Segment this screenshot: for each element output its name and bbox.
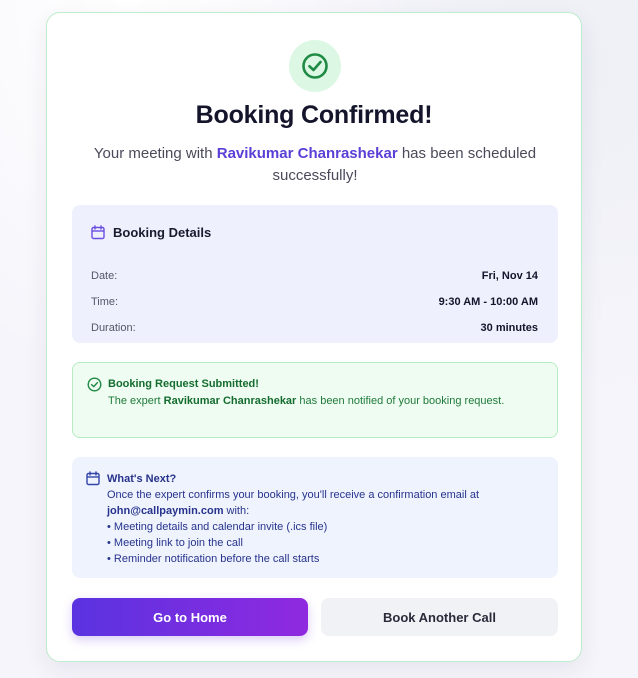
whats-next-intro: Once the expert confirms your booking, y… bbox=[107, 487, 547, 519]
confirmation-card: Booking Confirmed! Your meeting with Rav… bbox=[46, 12, 582, 662]
page-title: Booking Confirmed! bbox=[195, 101, 433, 129]
check-circle-icon bbox=[87, 377, 102, 392]
booking-details-panel: Booking Details Date: Fri, Nov 14 Time: … bbox=[72, 205, 558, 343]
booking-details-heading: Booking Details bbox=[113, 225, 212, 240]
whats-next-title: What's Next? bbox=[107, 473, 177, 485]
check-circle-icon bbox=[302, 53, 328, 79]
booking-details-header: Booking Details bbox=[91, 225, 211, 240]
calendar-icon bbox=[86, 471, 100, 486]
detail-row-date: Date: Fri, Nov 14 bbox=[91, 270, 538, 282]
notice-text: The expert Ravikumar Chanrashekar has be… bbox=[108, 393, 538, 409]
book-another-call-button[interactable]: Book Another Call bbox=[321, 598, 558, 636]
calendar-icon bbox=[91, 225, 105, 240]
list-item: • Meeting link to join the call bbox=[107, 537, 243, 549]
detail-label: Time: bbox=[91, 296, 119, 308]
subtitle-prefix: Your meeting with bbox=[93, 145, 213, 162]
detail-row-time: Time: 9:30 AM - 10:00 AM bbox=[91, 296, 538, 308]
user-email: john@callpaymin.com bbox=[107, 505, 224, 517]
expert-name: Ravikumar Chanrashekar bbox=[163, 395, 297, 407]
detail-value: 9:30 AM - 10:00 AM bbox=[438, 296, 538, 308]
whats-next-panel: What's Next? Once the expert confirms yo… bbox=[72, 457, 558, 578]
request-submitted-notice: Booking Request Submitted! The expert Ra… bbox=[72, 362, 558, 438]
success-badge bbox=[289, 40, 341, 92]
go-to-home-button[interactable]: Go to Home bbox=[72, 598, 308, 636]
confirmation-message: Your meeting with Ravikumar Chanrashekar… bbox=[67, 143, 563, 187]
detail-value: 30 minutes bbox=[480, 322, 538, 334]
whats-next-body: Once the expert confirms your booking, y… bbox=[107, 487, 547, 567]
list-item: • Reminder notification before the call … bbox=[107, 553, 320, 565]
list-item: • Meeting details and calendar invite (.… bbox=[107, 521, 328, 533]
notice-text-prefix: The expert bbox=[108, 395, 161, 407]
detail-label: Date: bbox=[91, 270, 118, 282]
detail-value: Fri, Nov 14 bbox=[481, 270, 538, 282]
notice-title: Booking Request Submitted! bbox=[108, 378, 259, 390]
notice-text-suffix: has been notified of your booking reques… bbox=[299, 395, 505, 407]
detail-row-duration: Duration: 30 minutes bbox=[91, 322, 538, 334]
expert-name: Ravikumar Chanrashekar bbox=[216, 145, 398, 162]
detail-label: Duration: bbox=[91, 322, 136, 334]
intro-text: Once the expert confirms your booking, y… bbox=[107, 489, 479, 501]
intro-suffix: with: bbox=[226, 505, 250, 517]
